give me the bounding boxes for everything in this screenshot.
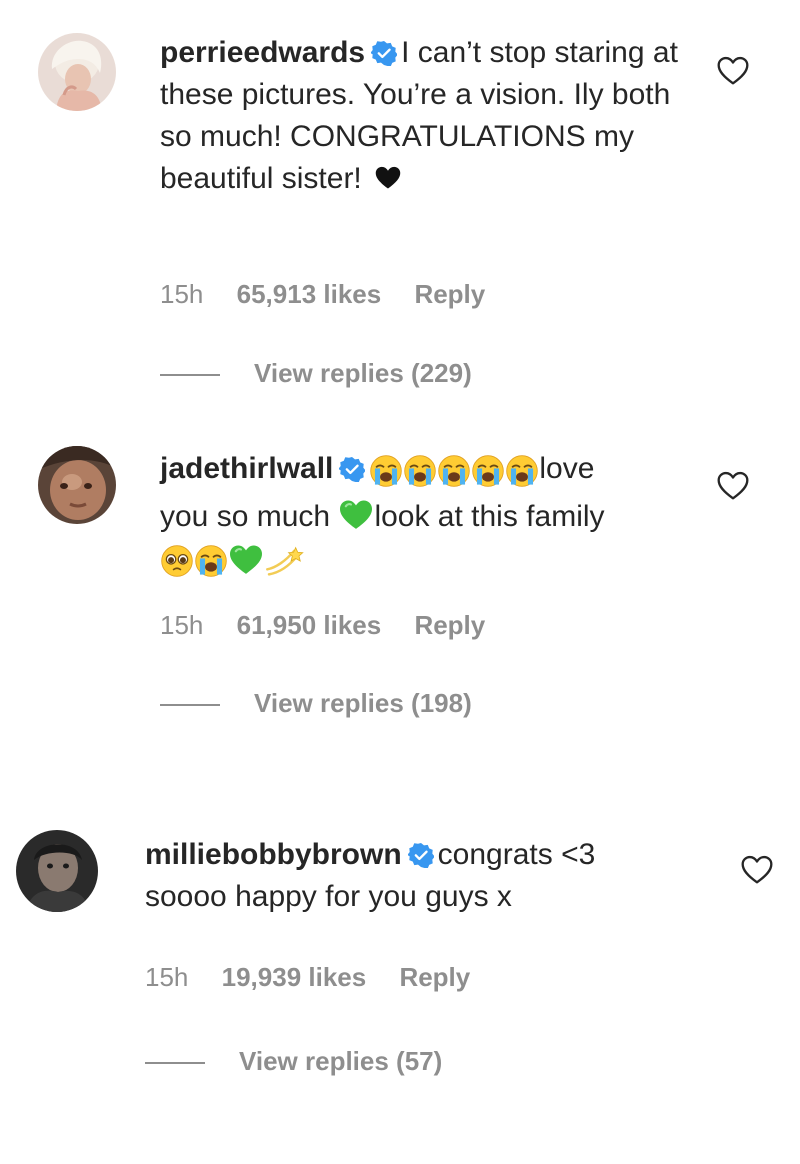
comment-text: jadethirlwall love you so much look at th…: [160, 448, 700, 586]
comment-meta: 15h 61,950 likes Reply: [160, 610, 511, 641]
timestamp: 15h: [160, 279, 204, 309]
green-heart-icon: [338, 499, 374, 531]
comment-body-part1: love: [539, 452, 595, 485]
like-heart-icon[interactable]: [716, 56, 750, 86]
username[interactable]: jadethirlwall: [160, 452, 333, 485]
reply-button[interactable]: Reply: [399, 962, 470, 992]
reply-button[interactable]: Reply: [414, 279, 485, 309]
comment-body-part1: congrats <3: [437, 838, 596, 871]
likes-count[interactable]: 19,939 likes: [222, 962, 367, 992]
view-replies-button[interactable]: View replies (229): [160, 358, 472, 389]
avatar[interactable]: [38, 33, 116, 111]
loudly-crying-face-icon: [403, 454, 437, 488]
view-replies-label: View replies (229): [254, 358, 472, 388]
comment-body-part2: soooo happy for you guys x: [145, 880, 512, 913]
timestamp: 15h: [160, 610, 204, 640]
like-heart-icon[interactable]: [740, 855, 774, 885]
like-heart-icon[interactable]: [716, 471, 750, 501]
comment-body-part3: look at this family: [374, 500, 605, 533]
verified-badge-icon: [408, 842, 434, 868]
divider-line: [160, 704, 220, 707]
loudly-crying-face-icon: [471, 454, 505, 488]
divider-line: [145, 1062, 205, 1065]
likes-count[interactable]: 65,913 likes: [237, 279, 382, 309]
comment-text: perrieedwards I can’t stop staring at the…: [160, 32, 700, 200]
comment-body-part2: you so much: [160, 500, 331, 533]
black-heart-icon: [374, 165, 402, 191]
pleading-face-icon: [160, 544, 194, 578]
loudly-crying-face-icon: [437, 454, 471, 488]
divider-line: [160, 374, 220, 377]
timestamp: 15h: [145, 962, 189, 992]
loudly-crying-face-icon: [505, 454, 539, 488]
avatar[interactable]: [38, 446, 116, 524]
emoji-group: [160, 544, 304, 586]
green-heart-icon: [228, 544, 264, 576]
view-replies-label: View replies (198): [254, 688, 472, 718]
view-replies-button[interactable]: View replies (198): [160, 688, 472, 719]
avatar[interactable]: [16, 830, 98, 912]
username[interactable]: perrieedwards: [160, 36, 365, 69]
comment-meta: 15h 19,939 likes Reply: [145, 962, 496, 993]
view-replies-label: View replies (57): [239, 1046, 443, 1076]
comment-text: milliebobbybrown congrats <3 soooo happy …: [145, 834, 725, 918]
comment-meta: 15h 65,913 likes Reply: [160, 279, 511, 310]
reply-button[interactable]: Reply: [414, 610, 485, 640]
loudly-crying-face-icon: [369, 454, 403, 488]
likes-count[interactable]: 61,950 likes: [237, 610, 382, 640]
emoji-group: [369, 454, 539, 496]
verified-badge-icon: [339, 456, 365, 482]
verified-badge-icon: [371, 40, 397, 66]
view-replies-button[interactable]: View replies (57): [145, 1046, 442, 1077]
loudly-crying-face-icon: [194, 544, 228, 578]
dizzy-icon: [264, 544, 304, 578]
username[interactable]: milliebobbybrown: [145, 838, 402, 871]
